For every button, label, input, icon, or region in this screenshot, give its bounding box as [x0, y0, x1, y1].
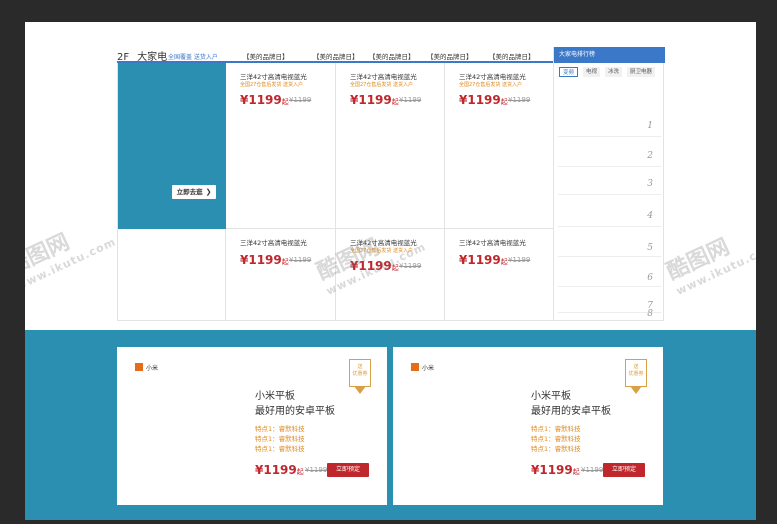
- tab-brand-day-3[interactable]: 【美的品牌日】: [369, 51, 415, 61]
- product-old-price: ¥1199: [508, 256, 531, 264]
- feature-item: 特点1：睿默科技: [255, 445, 305, 453]
- ranking-row[interactable]: 2: [558, 137, 661, 167]
- watermark-logo: 酷图网 www.ikutu.com: [25, 229, 119, 293]
- product-card[interactable]: 三洋42寸高清电视蓝光 ¥1199起 ¥1199: [445, 229, 554, 321]
- feature-item: 特点1：睿默科技: [531, 425, 581, 433]
- product-name: 三洋42寸高清电视蓝光: [350, 73, 417, 81]
- feature-item: 特点1：睿默科技: [531, 445, 581, 453]
- ranking-tab-tv[interactable]: 电视: [583, 67, 601, 77]
- featured-card[interactable]: 小米 送优惠券 小米平板 最好用的安卓平板 特点1：睿默科技 特点1：睿默科技 特…: [117, 347, 387, 505]
- product-card[interactable]: 三洋42寸高清电视蓝光 全国27仓售后发货 送货入户 ¥1199起 ¥1199: [445, 63, 554, 229]
- card-title: 小米平板 最好用的安卓平板: [531, 391, 611, 417]
- product-old-price: ¥1199: [399, 96, 422, 104]
- feature-item: 特点1：睿默科技: [255, 435, 305, 443]
- product-name: 三洋42寸高清电视蓝光: [459, 73, 526, 81]
- page-canvas: 2F 大家电 全国覆盖 送货入户 【美的品牌日】 【美的品牌日】 【美的品牌日】 …: [25, 22, 756, 520]
- coupon-badge-icon[interactable]: 送优惠券: [625, 359, 647, 394]
- product-old-price: ¥1199: [399, 262, 422, 270]
- feature-item: 特点1：睿默科技: [255, 425, 305, 433]
- card-old-price: ¥1199: [305, 466, 328, 474]
- product-desc: 全国27仓售后发货 送货入户: [350, 248, 413, 254]
- reserve-button[interactable]: 立即预定: [327, 463, 369, 477]
- product-price: ¥1199起: [459, 93, 508, 107]
- tab-brand-day-4[interactable]: 【美的品牌日】: [427, 51, 473, 61]
- product-price: ¥1199起: [350, 93, 399, 107]
- product-old-price: ¥1199: [508, 96, 531, 104]
- feature-item: 特点1：睿默科技: [531, 435, 581, 443]
- ranking-row[interactable]: 6: [558, 257, 661, 287]
- product-desc: 全国27仓售后发货 送货入户: [240, 82, 303, 88]
- product-grid: 立即去逛 ❯ 三洋42寸高清电视蓝光 全国27仓售后发货 送货入户 ¥1199起 …: [117, 63, 554, 321]
- ranking-panel: 大家电排行榜 变频 电视 冰洗 厨卫电器 1 2 3 4 5 6 7 8: [553, 47, 665, 321]
- ranking-tab-kitchen[interactable]: 厨卫电器: [627, 67, 656, 77]
- product-card[interactable]: 三洋42寸高清电视蓝光 全国27仓售后发货 送货入户 ¥1199起 ¥1199: [336, 63, 445, 229]
- product-old-price: ¥1199: [289, 256, 312, 264]
- brand-name: 小米: [422, 365, 435, 372]
- brand-logo-icon: [135, 363, 143, 371]
- tab-brand-day-2[interactable]: 【美的品牌日】: [313, 51, 359, 61]
- brand-logo-icon: [411, 363, 419, 371]
- product-name: 三洋42寸高清电视蓝光: [350, 239, 417, 247]
- card-price: ¥1199起: [531, 463, 580, 477]
- card-title: 小米平板 最好用的安卓平板: [255, 391, 335, 417]
- ranking-row[interactable]: 1: [558, 81, 661, 137]
- ranking-tab-inverter[interactable]: 变频: [559, 67, 579, 77]
- featured-card[interactable]: 小米 送优惠券 小米平板 最好用的安卓平板 特点1：睿默科技 特点1：睿默科技 特…: [393, 347, 663, 505]
- chevron-right-icon: ❯: [205, 188, 212, 196]
- product-name: 三洋42寸高清电视蓝光: [240, 73, 307, 81]
- brand-name: 小米: [146, 365, 159, 372]
- card-old-price: ¥1199: [581, 466, 604, 474]
- product-card[interactable]: 三洋42寸高清电视蓝光 ¥1199起 ¥1199: [226, 229, 336, 321]
- ranking-row[interactable]: 8: [558, 309, 661, 321]
- product-desc: 全国27仓售后发货 送货入户: [459, 82, 522, 88]
- product-name: 三洋42寸高清电视蓝光: [459, 239, 526, 247]
- ranking-row[interactable]: 3: [558, 167, 661, 195]
- product-name: 三洋42寸高清电视蓝光: [240, 239, 307, 247]
- tab-brand-day-1[interactable]: 【美的品牌日】: [243, 51, 289, 61]
- product-card[interactable]: 三洋42寸高清电视蓝光 全国27仓售后发货 送货入户 ¥1199起 ¥1199: [336, 229, 445, 321]
- go-shopping-button[interactable]: 立即去逛 ❯: [172, 185, 216, 199]
- product-price: ¥1199起: [350, 259, 399, 273]
- product-price: ¥1199起: [240, 253, 289, 267]
- ranking-row[interactable]: 4: [558, 195, 661, 227]
- card-price: ¥1199起: [255, 463, 304, 477]
- coupon-badge-icon[interactable]: 送优惠券: [349, 359, 371, 394]
- product-desc: 全国27仓售后发货 送货入户: [350, 82, 413, 88]
- ranking-row[interactable]: 5: [558, 227, 661, 257]
- go-shopping-label: 立即去逛: [176, 188, 203, 196]
- product-card[interactable]: 三洋42寸高清电视蓝光 全国27仓售后发货 送货入户 ¥1199起 ¥1199: [226, 63, 336, 229]
- promo-banner[interactable]: 立即去逛 ❯: [118, 63, 226, 229]
- reserve-button[interactable]: 立即预定: [603, 463, 645, 477]
- tab-brand-day-5[interactable]: 【美的品牌日】: [489, 51, 535, 61]
- ranking-row[interactable]: 7: [558, 287, 661, 313]
- empty-cell: [118, 229, 226, 321]
- product-price: ¥1199起: [459, 253, 508, 267]
- ranking-title: 大家电排行榜: [554, 47, 665, 63]
- floor-subtitle: 全国覆盖 送货入户: [168, 54, 218, 61]
- product-price: ¥1199起: [240, 93, 289, 107]
- ranking-tab-fridge-washer[interactable]: 冰洗: [605, 67, 623, 77]
- product-old-price: ¥1199: [289, 96, 312, 104]
- watermark-logo: 酷图网 www.ikutu.com: [663, 234, 756, 298]
